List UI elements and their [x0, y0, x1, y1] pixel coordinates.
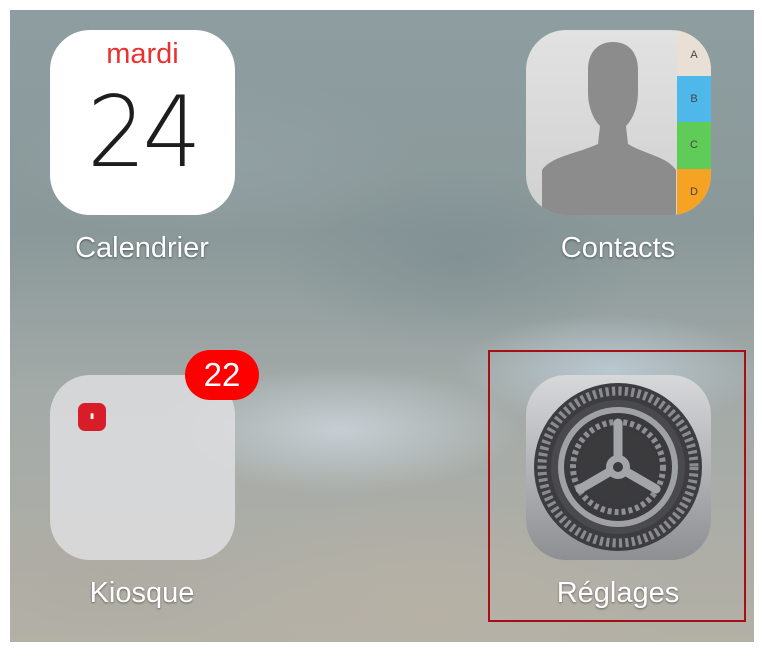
contacts-label[interactable]: Contacts	[498, 232, 738, 265]
kiosque-folder-icon[interactable]: ▮	[50, 375, 235, 560]
contacts-app-icon[interactable]: A B C D	[526, 30, 711, 215]
magazine-app-icon: ▮	[78, 403, 106, 431]
home-screen: mardi 24 Calendrier A B C D Contacts ▮ 2…	[10, 10, 754, 642]
calendar-day: mardi	[106, 38, 179, 70]
calendar-app-icon[interactable]: mardi 24	[50, 30, 235, 215]
notification-badge: 22	[185, 350, 259, 400]
calendar-date: 24	[87, 76, 202, 190]
kiosque-label[interactable]: Kiosque	[22, 577, 262, 610]
settings-highlight-box	[488, 350, 746, 622]
tab-c: C	[677, 122, 711, 169]
contacts-tabs: A B C D	[677, 30, 711, 215]
calendar-label[interactable]: Calendrier	[22, 232, 262, 265]
tab-b: B	[677, 76, 711, 122]
tab-a: A	[677, 30, 711, 76]
tab-d: D	[677, 169, 711, 215]
